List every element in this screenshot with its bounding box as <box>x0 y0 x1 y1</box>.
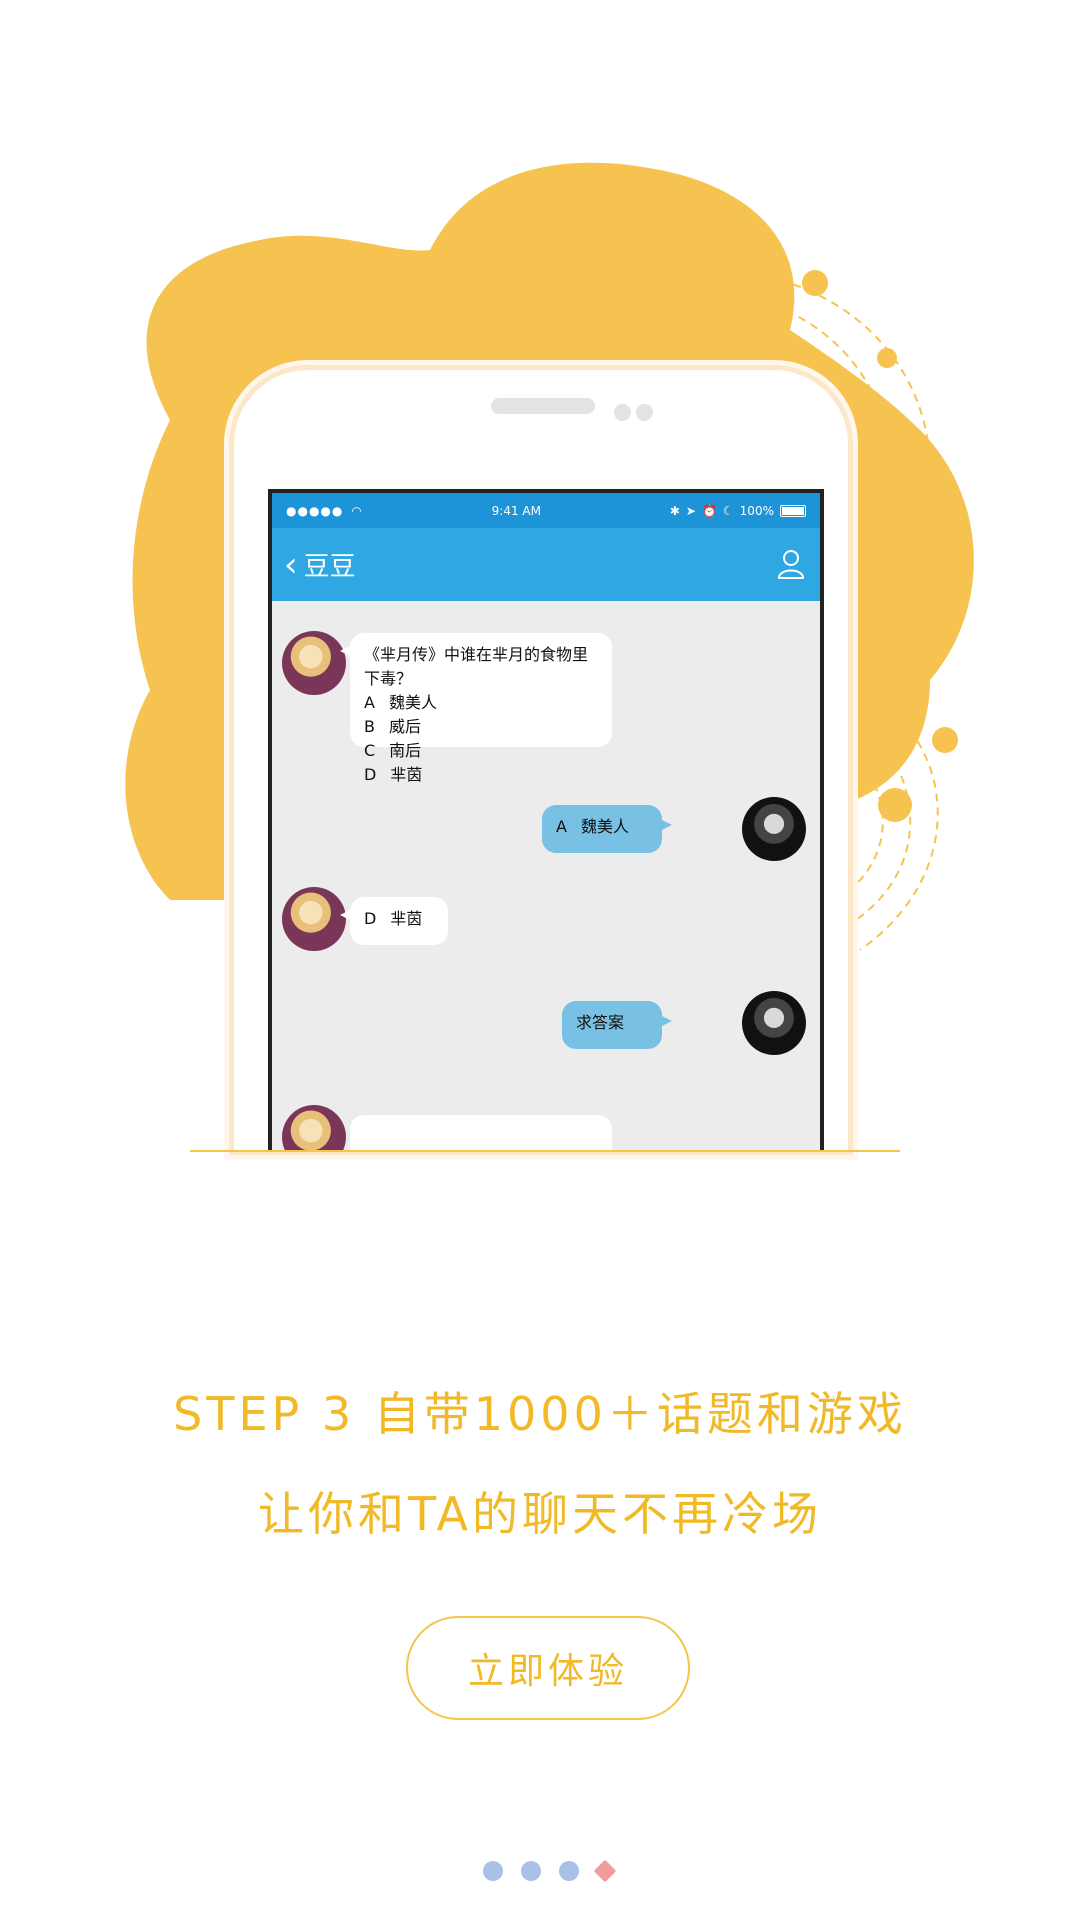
chat-bubble-answer[interactable]: A 魏美人 <box>542 805 672 853</box>
phone-speaker <box>491 398 595 414</box>
ask-answer-text: 求答案 <box>576 1013 625 1032</box>
avatar-female <box>282 1105 346 1150</box>
avatar-female[interactable] <box>282 887 346 951</box>
option-letter: A <box>364 693 375 712</box>
bluetooth-icon: ✱ <box>669 503 680 518</box>
battery-text: 100% <box>739 503 774 518</box>
bubble-tail <box>660 819 672 831</box>
phone-mockup: ●●●●● ◠ 9:41 AM ✱ ➤ ⏰ ☾ 100% ‹ 豆豆 《芈月传》中… <box>234 370 848 1150</box>
bubble-tail <box>660 1015 672 1027</box>
page-dot[interactable] <box>483 1861 503 1881</box>
phone-sensor <box>636 404 653 421</box>
chat-bubble-question[interactable]: 《芈月传》中谁在芈月的食物里下毒？ A 魏美人 B 威后 C 南后 D 芈茵 <box>340 633 612 784</box>
bubble-tail <box>340 909 352 921</box>
wifi-icon: ◠ <box>351 503 363 518</box>
back-chevron-icon[interactable]: ‹ <box>284 548 298 582</box>
avatar-male[interactable] <box>742 797 806 861</box>
option-letter: C <box>364 741 376 760</box>
moon-icon: ☾ <box>722 503 734 518</box>
headline: STEP 3 自带1000＋话题和游戏 <box>173 1387 907 1441</box>
status-bar: ●●●●● ◠ 9:41 AM ✱ ➤ ⏰ ☾ 100% <box>272 493 820 528</box>
alarm-icon: ⏰ <box>701 503 717 518</box>
option-d: D 芈茵 <box>364 763 598 787</box>
reply-text: 芈茵 <box>390 909 423 928</box>
page-dot[interactable] <box>559 1861 579 1881</box>
option-text: 南后 <box>389 741 422 760</box>
subline: 让你和TA的聊天不再冷场 <box>258 1487 822 1541</box>
option-c: C 南后 <box>364 739 598 763</box>
bubble-tail <box>340 645 352 657</box>
option-text: 魏美人 <box>388 693 437 712</box>
signal-icon: ●●●●● <box>286 503 344 518</box>
try-now-button[interactable]: 立即体验 <box>406 1616 690 1720</box>
answer-text: 魏美人 <box>580 817 629 836</box>
page-dot-active[interactable] <box>593 1859 617 1883</box>
avatar-male[interactable] <box>742 991 806 1055</box>
floor-line <box>190 1150 900 1152</box>
option-text: 芈茵 <box>390 765 423 784</box>
option-b: B 威后 <box>364 715 598 739</box>
location-icon: ➤ <box>685 503 696 518</box>
option-text: 威后 <box>388 717 421 736</box>
option-letter: D <box>364 765 377 784</box>
option-a: A 魏美人 <box>364 691 598 715</box>
question-text: 《芈月传》中谁在芈月的食物里下毒？ <box>364 645 589 688</box>
chat-title: 豆豆 <box>303 552 356 582</box>
chat-bubble-partial <box>350 1115 612 1150</box>
page-indicator <box>483 1859 617 1883</box>
chat-bubble-ask-answer[interactable]: 求答案 <box>562 1001 672 1049</box>
user-profile-icon[interactable] <box>776 548 806 580</box>
reply-letter: D <box>364 909 377 928</box>
page-dot[interactable] <box>521 1861 541 1881</box>
status-time: 9:41 AM <box>491 503 541 518</box>
chat-bubble-reply[interactable]: D 芈茵 <box>340 897 448 945</box>
answer-letter: A <box>556 817 567 836</box>
battery-icon <box>779 504 806 517</box>
chat-navbar: ‹ 豆豆 <box>272 528 820 601</box>
phone-camera <box>614 404 631 421</box>
option-letter: B <box>364 717 375 736</box>
avatar-female[interactable] <box>282 631 346 695</box>
phone-screen: ●●●●● ◠ 9:41 AM ✱ ➤ ⏰ ☾ 100% ‹ 豆豆 《芈月传》中… <box>268 489 824 1150</box>
